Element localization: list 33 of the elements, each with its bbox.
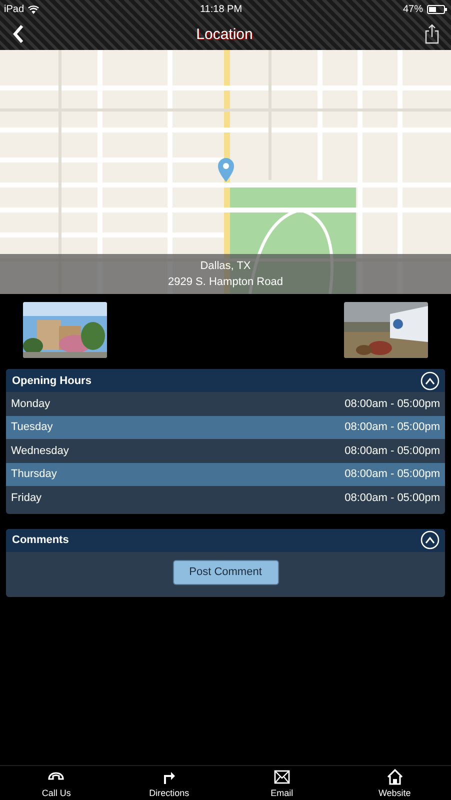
device-name: iPad bbox=[4, 4, 24, 14]
collapse-icon[interactable] bbox=[420, 370, 440, 390]
address-label: 2929 S. Hampton Road bbox=[168, 276, 283, 288]
day-label: Thursday bbox=[11, 468, 57, 480]
envelope-icon bbox=[272, 768, 291, 786]
tab-button[interactable]: Call Us bbox=[16, 766, 96, 800]
hours-label: 08:00am - 05:00pm bbox=[344, 468, 440, 480]
clock-time: 11:18 PM bbox=[200, 4, 242, 14]
post-comment-button[interactable]: Post Comment bbox=[172, 560, 278, 584]
day-label: Tuesday bbox=[11, 421, 53, 434]
page-title: Location bbox=[196, 26, 253, 42]
panel-title: Opening Hours bbox=[12, 374, 92, 386]
panel-header[interactable]: Opening Hours bbox=[6, 369, 445, 392]
panel-title: Comments bbox=[12, 534, 69, 546]
battery-icon bbox=[427, 4, 447, 14]
share-icon[interactable] bbox=[425, 24, 439, 44]
tab-button[interactable]: Website bbox=[354, 766, 435, 800]
day-label: Wednesday bbox=[11, 444, 69, 457]
city-label: Dallas, TX bbox=[200, 260, 251, 272]
wifi-icon bbox=[28, 4, 40, 14]
home-icon bbox=[386, 768, 404, 786]
day-label: Friday bbox=[11, 492, 42, 504]
collapse-icon[interactable] bbox=[420, 530, 440, 550]
battery-percent: 47% bbox=[402, 4, 423, 14]
hours-label: 08:00am - 05:00pm bbox=[344, 421, 440, 434]
tab-button[interactable]: Email bbox=[242, 766, 322, 800]
day-label: Monday bbox=[11, 398, 50, 410]
back-icon[interactable] bbox=[12, 24, 24, 44]
hours-label: 08:00am - 05:00pm bbox=[344, 398, 440, 410]
hours-label: 08:00am - 05:00pm bbox=[344, 444, 440, 457]
panel-header[interactable]: Comments bbox=[6, 528, 445, 552]
tab-button[interactable]: Directions bbox=[129, 766, 210, 800]
hours-label: 08:00am - 05:00pm bbox=[344, 492, 440, 504]
